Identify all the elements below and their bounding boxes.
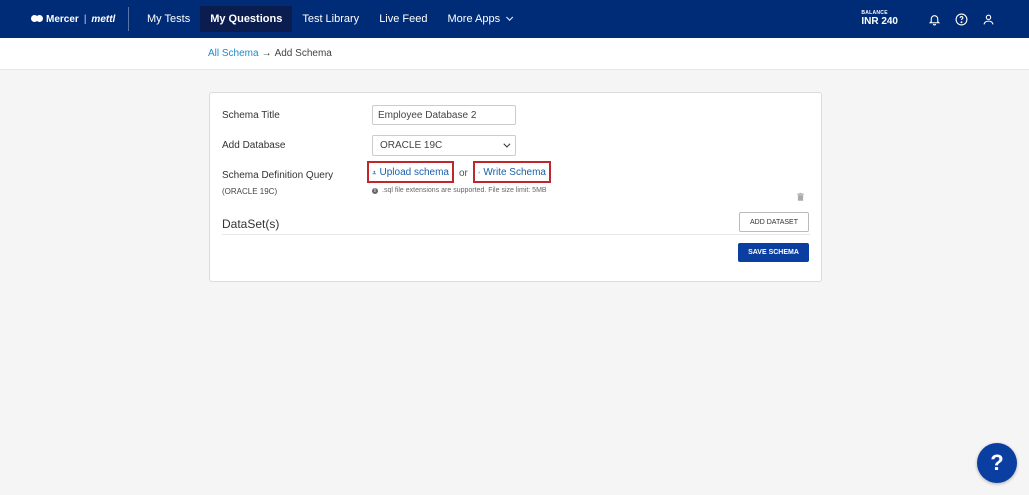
nav-item-my-questions[interactable]: My Questions [200, 6, 293, 32]
schema-definition-db: (ORACLE 19C) [222, 187, 278, 196]
balance: BALANCE INR 240 [861, 11, 898, 27]
help-circle-icon[interactable] [954, 12, 968, 26]
brand-logo[interactable]: Mercer | mettl [0, 7, 129, 31]
info-icon: i [372, 187, 378, 194]
brand-sub: mettl [91, 13, 116, 25]
brand-separator: | [83, 13, 87, 25]
write-schema-label: Write Schema [483, 166, 546, 178]
or-text: or [459, 168, 468, 179]
schema-title-label: Schema Title [222, 110, 280, 121]
file-hint-text: .sql file extensions are supported. File… [382, 187, 547, 194]
brand-name: Mercer [46, 13, 79, 25]
upload-schema-label: Upload schema [379, 166, 449, 178]
schema-title-input[interactable] [372, 105, 516, 125]
upload-schema-button[interactable]: Upload schema [367, 161, 454, 183]
bell-icon[interactable] [927, 12, 941, 26]
schema-definition-label: Schema Definition Query [222, 170, 334, 181]
nav-item-more-apps[interactable]: More Apps [438, 6, 521, 32]
breadcrumb-current: Add Schema [274, 48, 332, 59]
chevron-down-icon [503, 140, 511, 148]
mercer-logo-icon [31, 15, 43, 23]
divider [222, 234, 810, 235]
nav-items: My Tests My Questions Test Library Live … [137, 0, 520, 38]
datasets-title: DataSet(s) [222, 217, 280, 231]
nav-item-my-tests[interactable]: My Tests [137, 6, 200, 32]
add-database-label: Add Database [222, 140, 286, 151]
breadcrumb-all-schema-link[interactable]: All Schema [208, 48, 259, 59]
pencil-icon [478, 171, 481, 173]
chevron-down-icon [506, 13, 514, 21]
breadcrumb: All Schema → Add Schema [0, 38, 1029, 70]
more-apps-label: More Apps [447, 13, 501, 25]
top-navigation: Mercer | mettl My Tests My Questions Tes… [0, 0, 1029, 38]
add-dataset-button[interactable]: ADD DATASET [739, 212, 809, 232]
breadcrumb-arrow: → [261, 48, 272, 59]
database-select-value: ORACLE 19C [380, 140, 443, 151]
file-hint: i .sql file extensions are supported. Fi… [372, 187, 547, 194]
trash-icon[interactable] [796, 189, 805, 207]
nav-right: BALANCE INR 240 [861, 0, 995, 38]
nav-item-live-feed[interactable]: Live Feed [369, 6, 437, 32]
nav-item-test-library[interactable]: Test Library [292, 6, 369, 32]
database-select[interactable]: ORACLE 19C [372, 135, 516, 156]
upload-icon [372, 170, 376, 174]
balance-value: INR 240 [861, 16, 898, 27]
write-schema-button[interactable]: Write Schema [473, 161, 551, 183]
user-icon[interactable] [981, 12, 995, 26]
help-fab-button[interactable]: ? [977, 443, 1017, 483]
save-schema-button[interactable]: SAVE SCHEMA [738, 243, 809, 262]
add-schema-card: Schema Title Add Database ORACLE 19C Sch… [209, 92, 822, 282]
